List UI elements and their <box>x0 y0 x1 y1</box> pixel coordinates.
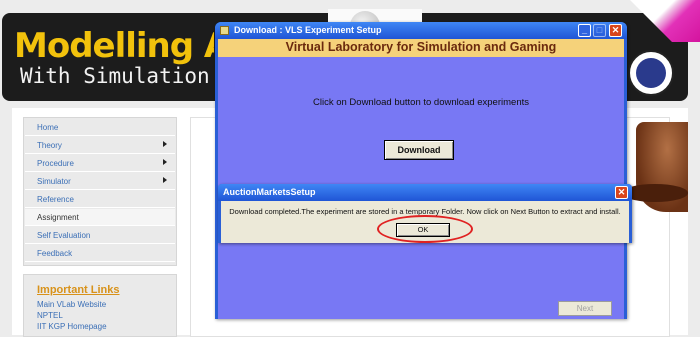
next-button[interactable]: Next <box>558 301 612 316</box>
sidebar-item-label: Reference <box>37 195 74 204</box>
sidebar-item-label: Simulator <box>37 177 71 186</box>
app-icon <box>220 26 229 35</box>
message-close-button[interactable]: ✕ <box>615 186 628 199</box>
chevron-right-icon <box>163 177 167 183</box>
sidebar-item-label: Procedure <box>37 159 74 168</box>
chevron-right-icon <box>163 141 167 147</box>
sidebar-item-label: Self Evaluation <box>37 231 91 240</box>
sidebar-item-label: Theory <box>37 141 62 150</box>
important-links-panel: Important Links Main VLab Website NPTEL … <box>23 274 177 337</box>
sidebar-item-self-evaluation[interactable]: Self Evaluation <box>25 227 175 244</box>
important-links-title: Important Links <box>37 284 120 296</box>
sidebar-item-label: Feedback <box>37 249 73 258</box>
sidebar-item-theory[interactable]: Theory <box>25 137 175 154</box>
ok-highlight-circle <box>377 215 473 243</box>
sidebar-nav: Home Theory Procedure Simulator Referenc… <box>23 117 177 266</box>
download-button[interactable]: Download <box>384 140 454 160</box>
message-box-title: AuctionMarketsSetup <box>223 187 316 197</box>
setup-window-titlebar[interactable]: Download : VLS Experiment Setup _ □ ✕ <box>215 22 627 39</box>
logo-emblem <box>636 58 666 88</box>
maximize-button[interactable]: □ <box>593 24 606 37</box>
sidebar-item-label: Assignment <box>37 213 79 222</box>
site-title: Modelling A <box>14 26 214 66</box>
sidebar-item-reference[interactable]: Reference <box>25 191 175 208</box>
minimize-button[interactable]: _ <box>578 24 591 37</box>
link-nptel[interactable]: NPTEL <box>37 311 63 320</box>
sidebar-item-feedback[interactable]: Feedback <box>25 245 175 262</box>
setup-window-body: Virtual Laboratory for Simulation and Ga… <box>218 39 624 319</box>
setup-window: Download : VLS Experiment Setup _ □ ✕ Vi… <box>215 22 627 319</box>
setup-heading: Virtual Laboratory for Simulation and Ga… <box>285 40 557 54</box>
message-box-titlebar[interactable]: AuctionMarketsSetup ✕ <box>218 184 632 201</box>
sidebar-item-home[interactable]: Home <box>25 119 175 136</box>
sidebar-item-simulator[interactable]: Simulator <box>25 173 175 190</box>
sidebar-item-assignment[interactable]: Assignment <box>25 209 175 226</box>
sidebar-item-procedure[interactable]: Procedure <box>25 155 175 172</box>
site-subtitle: With Simulation <box>20 64 210 88</box>
chevron-right-icon <box>163 159 167 165</box>
heading-band: Virtual Laboratory for Simulation and Ga… <box>218 39 624 57</box>
close-button[interactable]: ✕ <box>609 24 622 37</box>
download-instruction: Click on Download button to download exp… <box>313 97 529 108</box>
institute-logo <box>628 50 674 96</box>
setup-window-title: Download : VLS Experiment Setup <box>234 25 382 35</box>
link-iit-kgp[interactable]: IIT KGP Homepage <box>37 322 107 331</box>
sidebar-item-label: Home <box>37 123 59 132</box>
link-main-vlab[interactable]: Main VLab Website <box>37 300 106 309</box>
